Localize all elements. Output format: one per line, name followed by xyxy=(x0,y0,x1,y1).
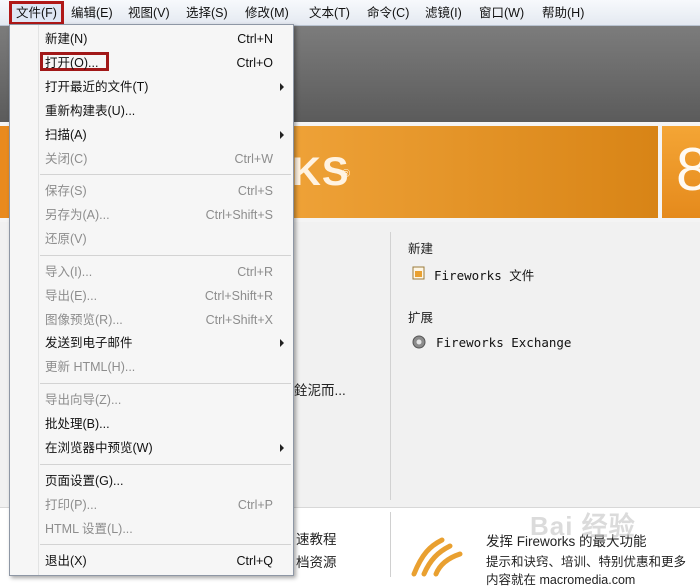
shortcut-print: Ctrl+P xyxy=(237,498,273,512)
menu-bar: 文件(F) 编辑(E) 视图(V) 选择(S) 修改(M) 文本(T) 命令(C… xyxy=(0,0,700,26)
menu-item-new[interactable]: 新建(N) xyxy=(45,29,87,49)
product-logo-text: KS xyxy=(292,150,350,194)
menu-item-image-preview: 图像预览(R)... xyxy=(45,313,123,327)
tutorial-link[interactable]: 速教程 xyxy=(296,528,337,548)
shortcut-close: Ctrl+W xyxy=(234,152,273,166)
menu-help[interactable]: 帮助(H) xyxy=(538,3,588,23)
shortcut-exit: Ctrl+Q xyxy=(236,554,273,568)
start-page-divider xyxy=(390,232,391,500)
menu-separator xyxy=(40,383,291,384)
new-fireworks-file-link[interactable]: Fireworks 文件 xyxy=(434,265,534,284)
shortcut-open: Ctrl+O xyxy=(236,56,273,70)
menu-text[interactable]: 文本(T) xyxy=(305,3,354,23)
menu-item-export: 导出(E)... xyxy=(45,289,98,303)
promo-link[interactable]: 内容就在 macromedia.com xyxy=(486,569,635,588)
fireworks-promo-icon xyxy=(411,537,463,577)
submenu-arrow-icon xyxy=(280,339,284,347)
menu-item-import: 导入(I)... xyxy=(45,265,93,279)
submenu-arrow-icon xyxy=(280,131,284,139)
menu-window[interactable]: 窗口(W) xyxy=(475,3,528,23)
menu-item-export-wizard: 导出向导(Z)... xyxy=(45,393,122,407)
baidu-watermark: Bai 经验 xyxy=(530,511,636,541)
menu-item-update-html: 更新 HTML(H)... xyxy=(45,360,136,374)
menu-item-batch-process[interactable]: 批处理(B)... xyxy=(45,414,110,434)
fireworks-file-icon xyxy=(412,266,425,280)
shortcut-import: Ctrl+R xyxy=(237,265,273,279)
docs-resource-link[interactable]: 档资源 xyxy=(296,551,337,571)
menu-filters[interactable]: 滤镜(I) xyxy=(421,3,466,23)
menu-item-send-email[interactable]: 发送到电子邮件 xyxy=(45,333,133,353)
create-new-title: 新建 xyxy=(408,242,434,256)
menu-file[interactable]: 文件(F) xyxy=(9,1,64,25)
shortcut-image-preview: Ctrl+Shift+X xyxy=(205,313,273,327)
fireworks-exchange-link[interactable]: Fireworks Exchange xyxy=(436,335,571,350)
shortcut-new: Ctrl+N xyxy=(237,32,273,46)
submenu-arrow-icon xyxy=(280,444,284,452)
menu-item-page-setup[interactable]: 页面设置(G)... xyxy=(45,471,123,491)
menu-select[interactable]: 选择(S) xyxy=(182,3,232,23)
menu-view[interactable]: 视图(V) xyxy=(124,3,174,23)
version-number: 8 xyxy=(676,136,700,203)
bottom-divider xyxy=(390,512,391,577)
menu-item-print: 打印(P)... xyxy=(45,498,98,512)
menu-item-open-recent[interactable]: 打开最近的文件(T) xyxy=(45,77,148,97)
menu-item-html-setup: HTML 设置(L)... xyxy=(45,522,133,536)
shortcut-export: Ctrl+Shift+R xyxy=(204,289,273,303)
menu-separator xyxy=(40,544,291,545)
menu-separator xyxy=(40,255,291,256)
extend-title: 扩展 xyxy=(408,311,434,325)
menu-modify[interactable]: 修改(M) xyxy=(241,3,293,23)
menu-commands[interactable]: 命令(C) xyxy=(363,3,413,23)
promo-description: 提示和诀窍、培训、特别优惠和更多 xyxy=(486,555,687,569)
shortcut-save-as: Ctrl+Shift+S xyxy=(205,208,273,222)
menu-separator xyxy=(40,464,291,465)
menu-item-scan[interactable]: 扫描(A) xyxy=(45,125,87,145)
menu-item-open[interactable]: 打开(O)... xyxy=(45,53,98,73)
menu-item-save-as: 另存为(A)... xyxy=(45,208,110,222)
file-menu-dropdown: 新建(N) Ctrl+N 打开(O)... Ctrl+O 打开最近的文件(T) … xyxy=(9,24,294,576)
menu-item-revert: 还原(V) xyxy=(45,232,87,246)
submenu-arrow-icon xyxy=(280,83,284,91)
menu-item-save: 保存(S) xyxy=(45,184,87,198)
registered-mark: ® xyxy=(342,168,351,180)
menu-edit[interactable]: 编辑(E) xyxy=(67,3,117,23)
menu-item-exit[interactable]: 退出(X) xyxy=(45,551,87,571)
exchange-icon xyxy=(412,335,426,349)
shortcut-save: Ctrl+S xyxy=(237,184,273,198)
menu-item-preview-in-browser[interactable]: 在浏览器中预览(W) xyxy=(45,438,153,458)
menu-separator xyxy=(40,174,291,175)
menu-item-rebuild-library[interactable]: 重新构建表(U)... xyxy=(45,101,135,121)
menu-item-close: 关闭(C) xyxy=(45,152,88,166)
recent-item-partial[interactable]: 銓泥而... xyxy=(294,379,346,399)
